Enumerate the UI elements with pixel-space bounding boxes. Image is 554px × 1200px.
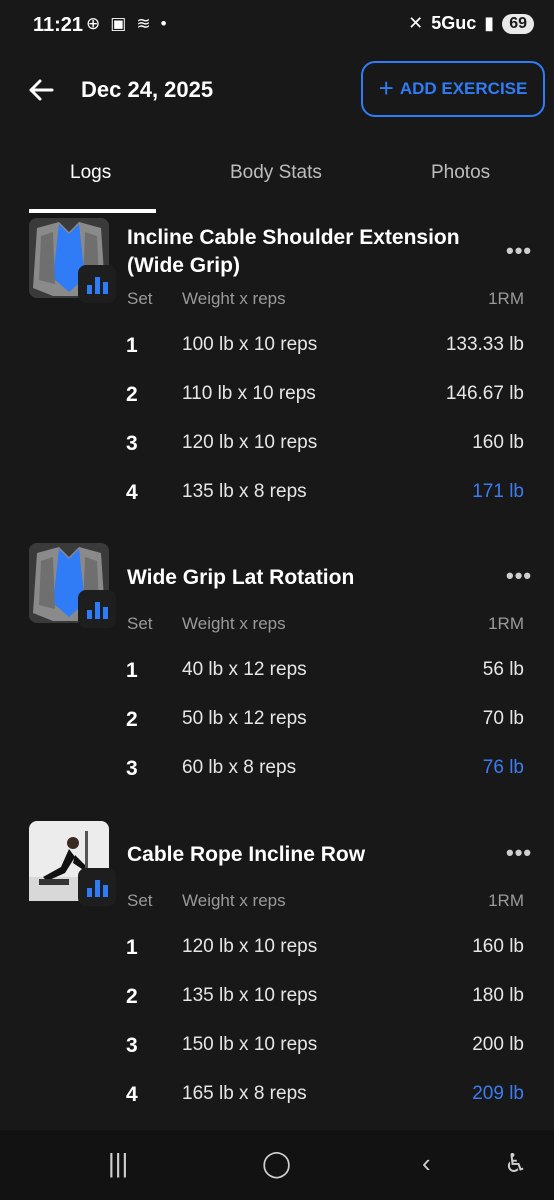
one-rm: 160 lb <box>472 936 524 957</box>
column-header-set: Set <box>127 289 153 308</box>
weight-reps: 100 lb x 10 reps <box>182 334 318 355</box>
set-number: 3 <box>126 432 138 455</box>
one-rm: 56 lb <box>482 659 524 680</box>
set-row[interactable]: 1 40 lb x 12 reps 56 lb <box>0 659 554 699</box>
system-navigation-bar: ||| ◯ ‹ ♿ <box>0 1130 554 1200</box>
set-number: 1 <box>126 936 138 959</box>
weight-reps: 60 lb x 8 reps <box>182 757 297 778</box>
one-rm: 70 lb <box>482 708 524 729</box>
one-rm: 133.33 lb <box>445 334 524 355</box>
stats-icon[interactable] <box>78 265 116 303</box>
stats-icon[interactable] <box>78 590 116 628</box>
add-exercise-label: ADD EXERCISE <box>399 79 528 98</box>
one-rm: 200 lb <box>472 1034 524 1055</box>
plus-icon: + <box>378 73 394 103</box>
home-icon[interactable]: ◯ <box>262 1148 291 1179</box>
set-number: 2 <box>126 985 138 1008</box>
exercise-thumbnail <box>29 821 116 906</box>
weight-reps: 120 lb x 10 reps <box>182 432 318 453</box>
accessibility-icon[interactable]: ♿ <box>504 1148 527 1179</box>
exercise-thumbnail <box>29 218 116 303</box>
one-rm-best: 209 lb <box>472 1083 524 1104</box>
more-options-icon[interactable]: ••• <box>506 563 532 589</box>
network-label: 5Guc <box>431 13 477 33</box>
exercise-title: Incline Cable Shoulder Extension (Wide G… <box>127 226 460 277</box>
status-time: 11:21 <box>33 14 84 36</box>
app-notification-icon: ⊕ <box>86 14 101 33</box>
column-header-1rm: 1RM <box>488 891 524 910</box>
set-number: 2 <box>126 708 138 731</box>
set-row[interactable]: 1 120 lb x 10 reps 160 lb <box>0 936 554 976</box>
set-row[interactable]: 2 135 lb x 10 reps 180 lb <box>0 985 554 1025</box>
column-header-set: Set <box>127 891 153 910</box>
set-row[interactable]: 3 150 lb x 10 reps 200 lb <box>0 1034 554 1074</box>
weight-reps: 135 lb x 8 reps <box>182 481 307 502</box>
set-row[interactable]: 2 110 lb x 10 reps 146.67 lb <box>0 383 554 423</box>
set-row[interactable]: 4 135 lb x 8 reps 171 lb <box>0 481 554 521</box>
add-exercise-button[interactable]: + ADD EXERCISE <box>361 61 545 117</box>
one-rm-best: 76 lb <box>482 757 524 778</box>
set-row[interactable]: 2 50 lb x 12 reps 70 lb <box>0 708 554 748</box>
set-row[interactable]: 3 120 lb x 10 reps 160 lb <box>0 432 554 472</box>
active-tab-indicator <box>29 209 156 213</box>
battery-indicator: 69 <box>502 13 534 34</box>
column-header-1rm: 1RM <box>488 614 524 633</box>
set-row[interactable]: 1 100 lb x 10 reps 133.33 lb <box>0 334 554 374</box>
tab-photos[interactable]: Photos <box>431 162 490 184</box>
column-header-1rm: 1RM <box>488 289 524 308</box>
weight-reps: 150 lb x 10 reps <box>182 1034 318 1055</box>
weight-reps: 165 lb x 8 reps <box>182 1083 307 1104</box>
page-title-date: Dec 24, 2025 <box>81 77 214 102</box>
column-header-set: Set <box>127 614 153 633</box>
one-rm-best: 171 lb <box>472 481 524 502</box>
set-row[interactable]: 3 60 lb x 8 reps 76 lb <box>0 757 554 797</box>
column-header-weight-reps: Weight x reps <box>182 289 286 308</box>
exercise-thumbnail <box>29 543 116 628</box>
weight-reps: 120 lb x 10 reps <box>182 936 318 957</box>
more-options-icon[interactable]: ••• <box>506 238 532 264</box>
mute-icon: ✕ <box>408 13 424 33</box>
tab-body-stats[interactable]: Body Stats <box>230 162 322 184</box>
tab-logs[interactable]: Logs <box>70 162 111 184</box>
set-row[interactable]: 4 165 lb x 8 reps 209 lb <box>0 1083 554 1123</box>
weight-reps: 110 lb x 10 reps <box>182 383 316 404</box>
notification-icons: ⊕ ▣ ≋ • <box>86 14 167 34</box>
back-nav-icon[interactable]: ‹ <box>422 1148 431 1179</box>
set-number: 3 <box>126 757 138 780</box>
one-rm: 160 lb <box>472 432 524 453</box>
more-options-icon[interactable]: ••• <box>506 840 532 866</box>
column-header-weight-reps: Weight x reps <box>182 614 286 633</box>
set-number: 4 <box>126 1083 138 1106</box>
exercise-title: Wide Grip Lat Rotation <box>127 566 355 589</box>
set-number: 3 <box>126 1034 138 1057</box>
weight-reps: 135 lb x 10 reps <box>182 985 318 1006</box>
one-rm: 146.67 lb <box>445 383 524 404</box>
screenshot-icon: ▣ <box>110 14 127 33</box>
back-arrow-icon[interactable] <box>27 76 55 104</box>
header: Dec 24, 2025 + ADD EXERCISE <box>0 56 554 124</box>
set-number: 2 <box>126 383 138 406</box>
exercise-title: Cable Rope Incline Row <box>127 843 366 866</box>
set-number: 1 <box>126 659 138 682</box>
column-header-weight-reps: Weight x reps <box>182 891 286 910</box>
weight-reps: 50 lb x 12 reps <box>182 708 307 729</box>
set-number: 4 <box>126 481 138 504</box>
wifi-icon: ≋ <box>136 14 151 33</box>
recent-apps-icon[interactable]: ||| <box>108 1148 128 1179</box>
status-bar: 11:21 ⊕ ▣ ≋ • ✕ 5Guc ▮ 69 <box>0 0 554 50</box>
set-number: 1 <box>126 334 138 357</box>
stats-icon[interactable] <box>78 868 116 906</box>
weight-reps: 40 lb x 12 reps <box>182 659 307 680</box>
signal-icon: ▮ <box>484 13 495 33</box>
dot-icon: • <box>160 14 167 33</box>
tab-bar: Logs Body Stats Photos <box>0 148 554 214</box>
one-rm: 180 lb <box>472 985 524 1006</box>
